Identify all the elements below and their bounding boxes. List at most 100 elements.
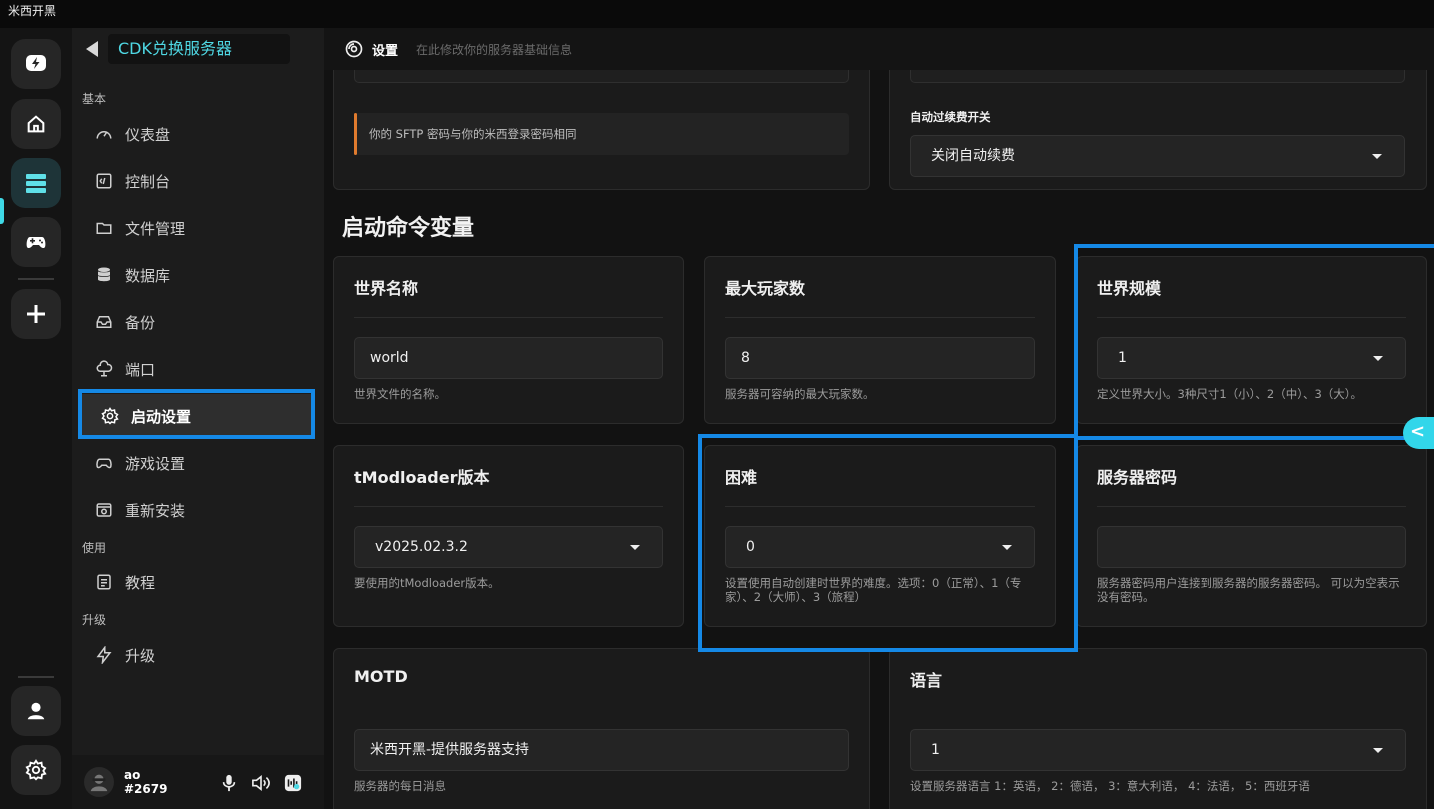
var-card-motd: MOTD 米西开黑-提供服务器支持 服务器的每日消息 [333,648,870,809]
var-label: 世界规模 [1097,279,1162,298]
rail-games-button[interactable] [11,217,61,267]
var-label: 服务器密码 [1097,468,1178,487]
server-name[interactable]: CDK兑换服务器 [108,33,290,64]
sidebar-item-label: 备份 [125,313,156,332]
world-name-input[interactable]: world [354,337,663,379]
tutorial-icon [94,572,114,592]
divider [725,506,1035,507]
user-bar: ao #2679 [72,755,324,809]
section-label-use: 使用 [82,541,107,555]
sidebar-item-console[interactable]: 控制台 [80,159,312,203]
sidebar-item-startup[interactable]: 启动设置 [80,394,312,438]
user-name: ao [124,768,141,782]
difficulty-select[interactable]: 0 [725,526,1035,568]
max-players-input[interactable]: 8 [725,337,1035,379]
avatar[interactable] [84,767,114,797]
var-card-language: 语言 1 设置服务器语言 1：英语， 2：德语， 3：意大利语， 4：法语， 5… [889,648,1427,809]
var-hint: 定义世界大小。3种尺寸1（小）、2（中）、3（大）。 [1097,387,1363,401]
rail-home-button[interactable] [11,99,61,149]
var-hint: 要使用的tModloader版本。 [354,576,500,590]
soundboard-icon[interactable] [282,773,304,793]
var-label: 语言 [910,671,943,690]
select-value: 0 [746,539,755,555]
language-select[interactable]: 1 [910,729,1406,771]
sidebar-item-game-settings[interactable]: 游戏设置 [80,441,312,485]
gauge-icon [94,124,114,144]
folder-icon [94,218,114,238]
sidebar-item-label: 升级 [125,646,156,665]
motd-input[interactable]: 米西开黑-提供服务器支持 [354,729,849,771]
user-avatar-icon [90,774,108,792]
gamepad-icon [94,453,114,473]
auto-renew-label: 自动过续费开关 [910,110,991,124]
user-tag: #2679 [124,782,168,796]
section-label-basic: 基本 [82,92,107,106]
var-hint: 设置使用自动创建时世界的难度。选项：0（正常）、1（专家）、2（大师）、3（旅程… [725,576,1022,604]
divider [354,506,663,507]
reinstall-icon [94,500,114,520]
sftp-notice: 你的 SFTP 密码与你的米西登录密码相同 [354,113,849,155]
var-label: tModloader版本 [354,468,490,487]
back-arrow-icon[interactable] [86,40,98,57]
sidebar-item-label: 启动设置 [131,407,192,426]
collapse-panel-tab[interactable]: < [1403,417,1434,449]
sidebar-item-label: 教程 [125,573,156,592]
backup-icon [94,312,114,332]
sidebar-item-tutorial[interactable]: 教程 [80,560,312,604]
select-value: 1 [931,742,940,758]
warning-bar [354,113,357,155]
chevron-down-icon [630,545,640,550]
var-card-world-name: 世界名称 world 世界文件的名称。 [333,256,684,424]
var-hint: 服务器密码用户连接到服务器的服务器密码。 可以为空表示没有密码。 [1097,576,1400,604]
rail-settings-button[interactable] [11,745,61,795]
auto-renew-value: 关闭自动续费 [931,148,1015,164]
tmod-version-select[interactable]: v2025.02.3.2 [354,526,663,568]
plus-icon [27,305,45,323]
sidebar-item-label: 文件管理 [125,219,186,238]
sidebar-item-label: 控制台 [125,172,171,191]
main-content: 设置 在此修改你的服务器基础信息 你的 SFTP 密码与你的米西登录密码相同 自… [324,28,1434,809]
sidebar-item-files[interactable]: 文件管理 [80,206,312,250]
rail-account-button[interactable] [11,686,61,736]
sidebar-item-upgrade[interactable]: 升级 [80,633,312,677]
rail-divider [18,676,54,678]
page-header: 设置 在此修改你的服务器基础信息 [324,28,1434,70]
var-card-difficulty: 困难 0 设置使用自动创建时世界的难度。选项：0（正常）、1（专家）、2（大师）… [704,445,1056,627]
user-info: ao #2679 [124,768,167,796]
var-hint: 世界文件的名称。 [354,387,446,401]
rail-add-button[interactable] [11,289,61,339]
speaker-icon[interactable] [250,773,272,793]
sidebar-item-port[interactable]: 端口 [80,347,312,391]
chevron-down-icon [1373,748,1383,753]
var-card-max-players: 最大玩家数 8 服务器可容纳的最大玩家数。 [704,256,1056,424]
var-hint: 服务器可容纳的最大玩家数。 [725,387,875,401]
sftp-notice-text: 你的 SFTP 密码与你的米西登录密码相同 [369,127,577,141]
server-stack-icon [26,174,46,193]
world-size-select[interactable]: 1 [1097,337,1406,379]
gamepad-icon [26,237,46,249]
rail-servers-button[interactable] [11,158,61,208]
server-password-input[interactable] [1097,526,1406,568]
sidebar-item-dashboard[interactable]: 仪表盘 [80,112,312,156]
chevron-down-icon [1372,154,1382,159]
gear-icon [100,406,120,426]
select-value: 1 [1118,350,1127,366]
rail-lightning-button[interactable] [11,39,61,89]
divider [354,317,663,318]
chevron-down-icon [1373,356,1383,361]
microphone-icon[interactable] [218,773,240,793]
auto-renew-select[interactable]: 关闭自动续费 [910,135,1405,177]
bolt-icon [94,645,114,665]
sidebar-item-label: 重新安装 [125,501,186,520]
sidebar-item-database[interactable]: 数据库 [80,253,312,297]
sidebar-item-reinstall[interactable]: 重新安装 [80,488,312,532]
var-label: 世界名称 [354,279,419,298]
console-icon [94,171,114,191]
var-hint: 服务器的每日消息 [354,779,446,793]
var-card-server-password: 服务器密码 服务器密码用户连接到服务器的服务器密码。 可以为空表示没有密码。 [1076,445,1427,627]
rail-active-indicator [0,198,4,224]
divider [1097,506,1406,507]
rail-divider [18,278,54,280]
sidebar-item-label: 端口 [125,360,156,379]
sidebar-item-backup[interactable]: 备份 [80,300,312,344]
